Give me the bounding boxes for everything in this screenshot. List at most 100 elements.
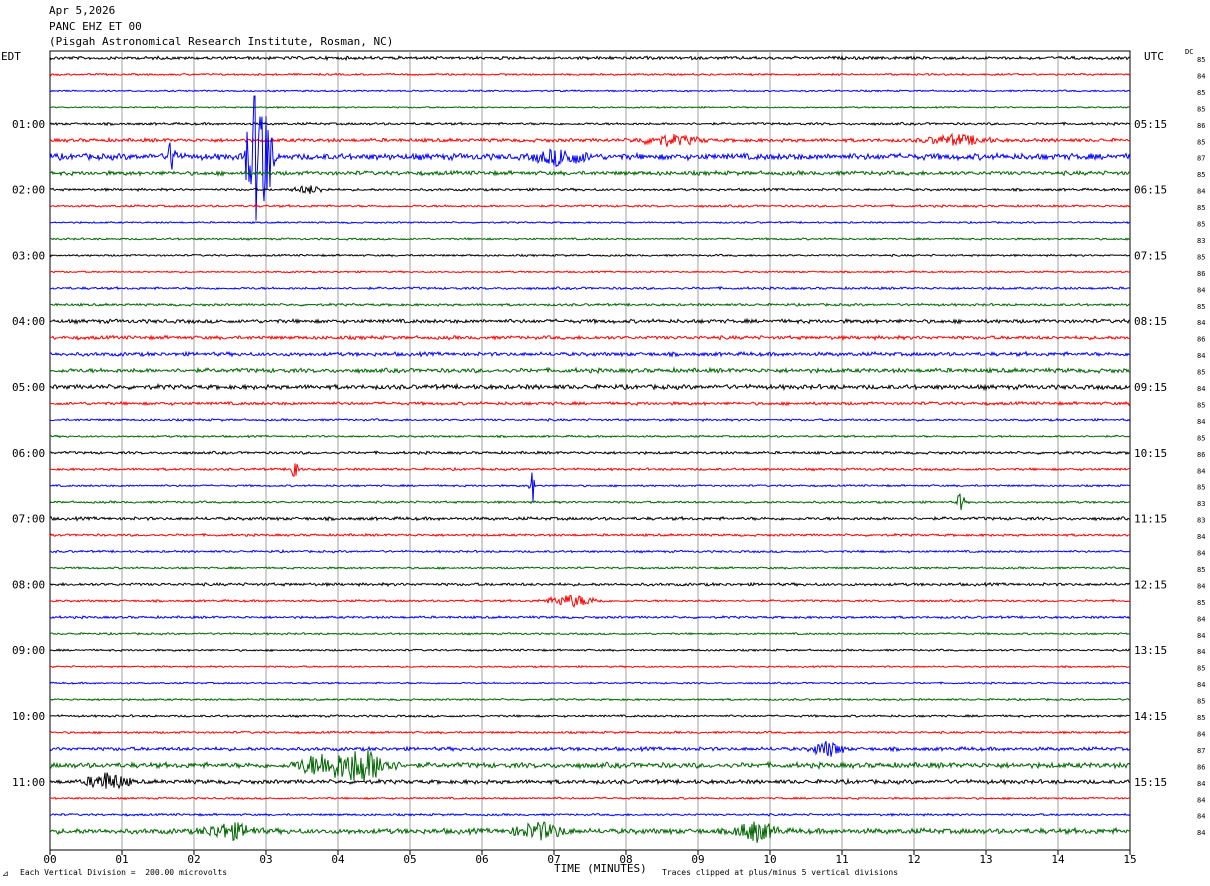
- dc-offset-label: 86: [1197, 122, 1205, 130]
- dc-offset-label: 85: [1197, 698, 1205, 706]
- plot-frame: [49, 50, 1131, 851]
- dc-offset-label: 83: [1197, 237, 1205, 245]
- dc-offset-label: 84: [1197, 796, 1205, 804]
- trace-line: [49, 317, 1131, 325]
- dc-offset-label: 84: [1197, 286, 1205, 294]
- x-tick-label: 03: [259, 853, 272, 866]
- clip-note: Traces clipped at plus/minus 5 vertical …: [662, 868, 899, 877]
- dc-offset-label: 84: [1197, 352, 1205, 360]
- x-tick-label: 09: [691, 853, 704, 866]
- trace-line: [49, 121, 1131, 127]
- right-hour-label: 07:15: [1134, 249, 1167, 262]
- trace-line: [49, 493, 1131, 511]
- x-axis-title: TIME (MINUTES): [554, 862, 647, 875]
- trace-line: [49, 532, 1130, 538]
- dc-offset-label: 84: [1197, 730, 1205, 738]
- dc-offset-label: 84: [1197, 72, 1205, 80]
- dc-offset-label: 87: [1197, 747, 1205, 755]
- x-tick-label: 13: [979, 853, 992, 866]
- dc-offset-label: 85: [1197, 221, 1205, 229]
- x-tick-label: 15: [1123, 853, 1136, 866]
- left-hour-label: 04:00: [12, 315, 45, 328]
- dc-offset-label: 85: [1197, 204, 1205, 212]
- dc-offset-label: 85: [1197, 56, 1205, 64]
- trace-line: [50, 631, 1131, 636]
- left-hour-label: 06:00: [12, 447, 45, 460]
- trace-line: [49, 285, 1131, 291]
- x-tick-label: 04: [331, 853, 345, 866]
- left-hour-label: 07:00: [12, 513, 45, 526]
- dc-offset-label: 86: [1197, 451, 1205, 459]
- trace-line: [49, 253, 1131, 258]
- trace-line: [49, 203, 1131, 209]
- dc-offset-label: 85: [1197, 138, 1205, 146]
- trace-line: [49, 821, 1131, 843]
- trace-line: [49, 302, 1131, 308]
- trace-line: [49, 434, 1131, 439]
- trace-line: [49, 400, 1131, 407]
- dc-offset-label: 85: [1197, 89, 1205, 97]
- dc-offset-label: 85: [1197, 665, 1205, 673]
- x-tick-label: 14: [1051, 853, 1065, 866]
- dc-offset-label: 84: [1197, 533, 1205, 541]
- dc-offset-label: 84: [1197, 418, 1205, 426]
- right-hour-label: 14:15: [1134, 710, 1167, 723]
- right-hour-label: 08:15: [1134, 315, 1167, 328]
- trace-line: [49, 72, 1131, 77]
- trace-line: [49, 417, 1131, 423]
- x-tick-label: 02: [187, 853, 200, 866]
- left-hour-label: 08:00: [12, 578, 45, 591]
- dc-offset-label: 85: [1197, 303, 1205, 311]
- x-tick-label: 00: [43, 853, 56, 866]
- trace-line: [49, 350, 1131, 358]
- trace-line: [49, 812, 1131, 817]
- dc-offset-label: 85: [1197, 566, 1205, 574]
- trace-line: [50, 169, 1131, 177]
- trace-line: [49, 796, 1131, 801]
- trace-line: [49, 185, 1131, 194]
- trace-line: [49, 472, 1131, 503]
- right-hour-label: 09:15: [1134, 381, 1167, 394]
- dc-offset-label: 85: [1197, 105, 1205, 113]
- trace-line: [49, 132, 1131, 147]
- dc-offset-label: 85: [1197, 714, 1205, 722]
- dc-offset-label: 85: [1197, 434, 1205, 442]
- dc-offset-label: 84: [1197, 385, 1205, 393]
- trace-line: [49, 105, 1130, 109]
- dc-offset-label: 84: [1197, 813, 1205, 821]
- x-tick-label: 11: [835, 853, 848, 866]
- trace-line: [49, 594, 1131, 608]
- trace-line: [49, 772, 1131, 790]
- trace-line: [49, 664, 1131, 669]
- dc-offset-label: 84: [1197, 632, 1205, 640]
- trace-line: [49, 581, 1131, 588]
- trace-line: [49, 566, 1131, 570]
- trace-line: [49, 450, 1131, 456]
- dc-offset-label: 87: [1197, 155, 1205, 163]
- trace-line: [49, 697, 1131, 702]
- dc-offset-label: 85: [1197, 171, 1205, 179]
- trace-line: [49, 749, 1131, 782]
- left-hour-label: 09:00: [12, 644, 45, 657]
- trace-line: [49, 237, 1131, 241]
- left-hour-label: 05:00: [12, 381, 45, 394]
- trace-line: [49, 614, 1131, 620]
- seismogram-plot: 00 01 02 03 04 05 06 07 08 09 10 11 12 13 14 1585848585…: [12, 50, 1205, 866]
- right-hour-label: 12:15: [1134, 578, 1167, 591]
- dc-offset-label: 84: [1197, 550, 1205, 558]
- trace-line: [49, 730, 1131, 735]
- dc-offset-label: 85: [1197, 401, 1205, 409]
- right-hour-label: 06:15: [1134, 184, 1167, 197]
- trace-line: [49, 382, 1131, 392]
- left-hour-label: 10:00: [12, 710, 45, 723]
- scale-note: Each Vertical Division = 200.00 microvol…: [20, 868, 228, 877]
- corner-mark: ⊿: [2, 869, 9, 878]
- dc-offset-label: 83: [1197, 500, 1205, 508]
- trace-line: [49, 366, 1131, 375]
- x-tick-label: 05: [403, 853, 416, 866]
- trace-line: [50, 334, 1131, 342]
- dc-offset-label: 84: [1197, 582, 1205, 590]
- dc-offset-label: 85: [1197, 253, 1205, 261]
- dc-offset-label: 85: [1197, 484, 1205, 492]
- trace-line: [49, 549, 1131, 554]
